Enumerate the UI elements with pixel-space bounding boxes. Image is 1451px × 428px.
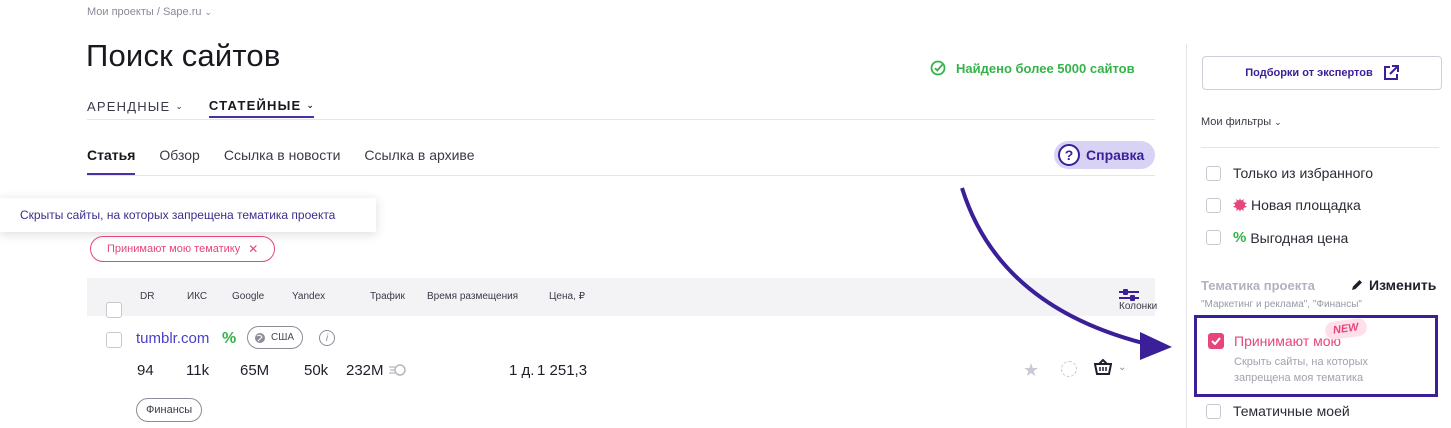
tab-rent[interactable]: АРЕНДНЫЕ ⌄ [87,94,183,118]
tab-archive-link[interactable]: Ссылка в архиве [364,147,474,175]
chevron-down-icon: ⌄ [204,7,213,17]
accept-label: Принимают мою [1234,333,1342,349]
filter-label: Новая площадка [1251,197,1361,213]
filter-chip[interactable]: Принимают мою тематику ✕ [90,236,276,262]
pencil-icon [1352,280,1362,290]
info-icon[interactable]: i [319,330,335,346]
percent-icon: % [1233,229,1247,246]
new-burst-icon [1233,198,1247,212]
experts-label: Подборки от экспертов [1245,67,1373,79]
type-tabs: АРЕНДНЫЕ ⌄ СТАТЕЙНЫЕ ⌄ [87,94,314,118]
filter-good-price[interactable]: % Выгодная цена [1206,229,1348,246]
col-dr[interactable]: DR [140,291,154,302]
chip-label: Принимают мою тематику [107,243,241,255]
tab-rent-label: АРЕНДНЫЕ [87,98,171,114]
my-filters-label: Мои фильтры [1201,116,1272,128]
basket-icon [1094,359,1112,375]
filter-thematic[interactable]: Тематичные моей [1206,403,1350,419]
accept-description: Скрыть сайты, на которых запрещена моя т… [1234,356,1369,384]
breadcrumb[interactable]: Мои проекты / Sape.ru ⌄ [87,6,212,18]
tab-articles-label: СТАТЕЙНЫЕ [208,97,302,113]
chevron-down-icon: ⌄ [1274,117,1282,127]
found-status: Найдено более 5000 сайтов [930,60,1135,76]
cell-price: 1 251,3 [537,362,588,379]
close-icon[interactable]: ✕ [248,242,258,256]
filter-label: Тематичные моей [1233,403,1350,419]
chevron-down-icon: ⌄ [306,99,314,110]
col-google[interactable]: Google [232,291,264,302]
annotation-arrow [960,187,1172,360]
select-all-checkbox[interactable] [106,302,122,318]
topic-edit-label: Изменить [1369,277,1437,293]
globe-icon [255,332,265,343]
cell-dr: 94 [137,362,154,379]
sub-tabs: Статья Обзор Ссылка в новости Ссылка в а… [87,147,475,175]
found-text: Найдено более 5000 сайтов [956,60,1135,76]
cart-button[interactable]: ⌄ [1094,359,1126,375]
cell-google: 65M [240,362,270,379]
divider [1201,147,1439,148]
col-traffic[interactable]: Трафик [370,291,405,302]
tab-article[interactable]: Статья [87,147,136,175]
topic-title: Тематика проекта [1201,278,1315,293]
check-circle-icon [930,60,946,76]
question-icon: ? [1058,144,1080,166]
filter-new-site[interactable]: Новая площадка [1206,197,1361,213]
checkbox[interactable] [1206,230,1221,245]
country-badge: США [247,326,304,349]
col-yandex[interactable]: Yandex [292,291,325,302]
topic-values: "Маркетинг и реклама", "Финансы" [1201,299,1362,310]
row-checkbox[interactable] [106,332,122,348]
cell-yandex: 50k [304,362,329,379]
tab-news-link[interactable]: Ссылка в новости [224,147,341,175]
filter-accept-topic[interactable]: Принимают мою [1208,333,1341,349]
my-filters-dropdown[interactable]: Мои фильтры ⌄ [1201,116,1282,128]
page-title: Поиск сайтов [86,38,281,73]
percent-icon: % [222,330,237,347]
col-time[interactable]: Время размещения [427,291,518,302]
col-iks[interactable]: ИКС [187,291,207,302]
progress-icon[interactable] [1061,361,1077,377]
country-label: США [271,332,295,343]
cell-time: 1 д. [509,362,535,379]
help-label: Справка [1086,147,1145,163]
external-link-icon [1383,65,1399,80]
topic-tag: Финансы [136,398,203,422]
filter-favorites[interactable]: Только из избранного [1206,165,1373,181]
cell-traffic: 232M [346,362,384,379]
topic-edit-button[interactable]: Изменить [1351,277,1436,293]
help-button[interactable]: ? Справка [1054,141,1155,169]
sidebar-divider [1186,44,1187,428]
checkbox[interactable] [1206,197,1221,213]
checkbox[interactable] [1206,403,1221,419]
col-price[interactable]: Цена, ₽ [549,291,585,302]
cell-iks: 11k [186,362,210,379]
checkbox-checked[interactable] [1208,333,1224,349]
checkbox[interactable] [1206,165,1221,181]
experts-button[interactable]: Подборки от экспертов [1202,56,1442,90]
filter-label: Только из избранного [1233,165,1373,181]
tab-review[interactable]: Обзор [159,147,199,175]
tab-articles[interactable]: СТАТЕЙНЫЕ ⌄ [208,94,314,118]
site-link[interactable]: tumblr.com [136,330,209,347]
hint-tooltip: Скрыты сайты, на которых запрещена темат… [0,198,376,232]
chevron-down-icon: ⌄ [1118,361,1127,373]
filter-label: Выгодная цена [1250,229,1349,246]
divider [87,119,1155,120]
chevron-down-icon: ⌄ [175,100,183,111]
divider [87,175,1155,176]
star-icon[interactable]: ★ [1023,360,1039,381]
traffic-source-icon[interactable] [388,363,408,382]
